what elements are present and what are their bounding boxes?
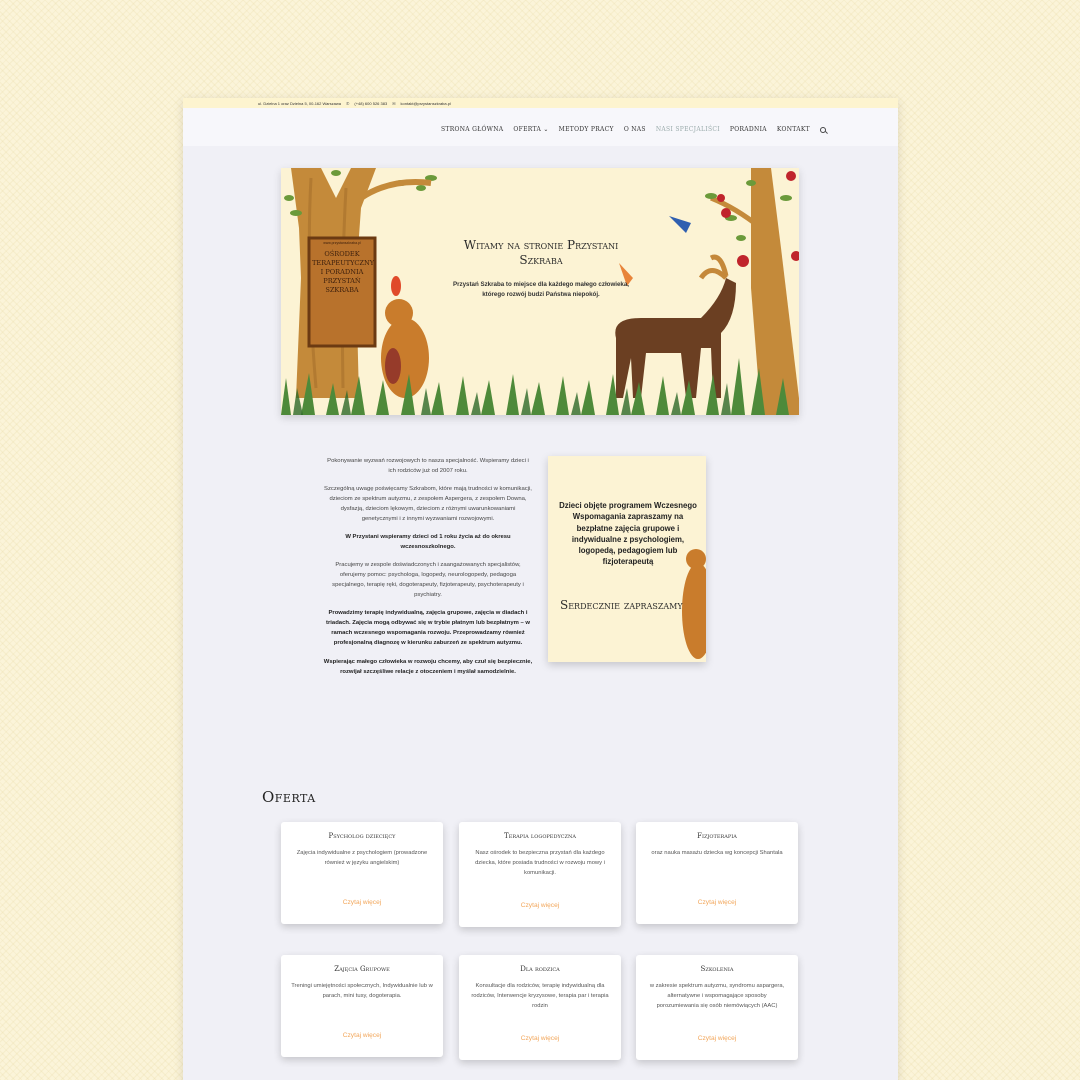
nav-item-offer[interactable]: Oferta ⌄ (513, 126, 548, 133)
main-nav: Strona główna Oferta ⌄ Metody pracy O na… (441, 126, 826, 133)
offer-card-desc: Nasz ośrodek to bezpieczna przystań dla … (475, 850, 605, 877)
hero-title: Witamy na stronie Przystani Szkraba (463, 238, 619, 267)
offer-heading: Oferta (262, 788, 316, 806)
offer-card-desc: oraz nauka masażu dziecka wg koncepcji S… (651, 850, 783, 856)
offer-card-desc: w zakresie spektrum autyzmu, syndromu as… (649, 983, 785, 1010)
offer-card-desc: Treningi umiejętności społecznych, Indyw… (291, 983, 433, 1000)
read-more-link[interactable]: Czytaj więcej (459, 902, 621, 909)
nav-item-home[interactable]: Strona główna (441, 126, 503, 133)
hero-banner: www.przystanszkraba.pl Ośrodek terapeuty… (281, 168, 799, 415)
promo-text: Dzieci objęte programem Wczesnego Wspoma… (559, 501, 697, 567)
nav-item-specialists[interactable]: Nasi specjaliści (656, 126, 720, 133)
read-more-link[interactable]: Czytaj więcej (459, 1035, 621, 1042)
intro-paragraph: W Przystani wspieramy dzieci od 1 roku ż… (345, 534, 511, 551)
offer-card-title: Szkolenia (700, 965, 734, 973)
offer-card-desc: Zajęcia indywidualne z psychologiem (pro… (296, 850, 428, 867)
intro-text: Pokonywanie wyzwań rozwojowych to nasza … (323, 456, 533, 685)
nav-item-contact[interactable]: Kontakt (777, 126, 810, 133)
read-more-link[interactable]: Czytaj więcej (636, 899, 798, 906)
offer-card-for-parents[interactable]: Dla rodzica Konsultacje dla rodziców, te… (459, 955, 621, 1060)
phone-icon: ✆ (346, 100, 350, 106)
sign-text: Ośrodek terapeutyczny i poradnia Przysta… (312, 250, 375, 294)
read-more-link[interactable]: Czytaj więcej (281, 899, 443, 906)
chevron-down-icon: ⌄ (543, 126, 549, 133)
offer-card-trainings[interactable]: Szkolenia w zakresie spektrum autyzmu, s… (636, 955, 798, 1060)
promo-card: Dzieci objęte programem Wczesnego Wspoma… (548, 456, 706, 662)
phone-link[interactable]: (+48) 600 526 383 (354, 101, 387, 106)
offer-card-title: Fizjoterapia (697, 832, 737, 840)
search-icon[interactable] (820, 126, 826, 133)
offer-card-desc: Konsultacje dla rodziców, terapię indywi… (471, 983, 609, 1010)
offer-card-title: Psycholog dziecięcy (328, 832, 396, 840)
nav-item-clinic[interactable]: Poradnia (730, 126, 767, 133)
offer-card-physiotherapy[interactable]: Fizjoterapia oraz nauka masażu dziecka w… (636, 822, 798, 924)
offer-card-speech-therapy[interactable]: Terapia logopedyczna Nasz ośrodek to bez… (459, 822, 621, 927)
nav-item-methods[interactable]: Metody pracy (559, 126, 614, 133)
promo-welcome: Serdecznie zapraszamy (560, 598, 683, 612)
nav-item-about[interactable]: O nas (624, 126, 646, 133)
intro-paragraph: Pracujemy w zespole doświadczonych i zaa… (332, 562, 524, 599)
intro-paragraph: Pokonywanie wyzwań rozwojowych to nasza … (327, 458, 529, 475)
read-more-link[interactable]: Czytaj więcej (281, 1032, 443, 1039)
hero-subtitle: Przystań Szkraba to miejsce dla każdego … (452, 281, 630, 298)
envelope-icon: ✉ (392, 100, 396, 106)
offer-card-psychologist[interactable]: Psycholog dziecięcy Zajęcia indywidualne… (281, 822, 443, 924)
offer-card-title: Terapia logopedyczna (504, 832, 576, 840)
intro-paragraph: Wspierając małego człowieka w rozwoju ch… (323, 658, 533, 675)
address-text: ul. Dzielna 1 oraz Dzielna 5, 00-162 War… (258, 100, 342, 106)
offer-card-group-classes[interactable]: Zajęcia Grupowe Treningi umiejętności sp… (281, 955, 443, 1057)
top-info-bar: ul. Dzielna 1 oraz Dzielna 5, 00-162 War… (183, 98, 898, 108)
email-link[interactable]: kontakt@przystanszkraba.pl (401, 101, 451, 106)
nav-item-offer-label: Oferta (513, 126, 542, 133)
read-more-link[interactable]: Czytaj więcej (636, 1035, 798, 1042)
offer-card-title: Zajęcia Grupowe (334, 965, 390, 973)
page-container: ul. Dzielna 1 oraz Dzielna 5, 00-162 War… (183, 98, 898, 1080)
offer-card-title: Dla rodzica (520, 965, 560, 973)
intro-paragraph: Prowadzimy terapię indywidualną, zajęcia… (326, 610, 530, 647)
intro-paragraph: Szczególną uwagę poświęcamy Szkrabom, kt… (324, 486, 532, 523)
sign-url: www.przystanszkraba.pl (323, 241, 361, 245)
site-header: Strona główna Oferta ⌄ Metody pracy O na… (183, 108, 898, 146)
